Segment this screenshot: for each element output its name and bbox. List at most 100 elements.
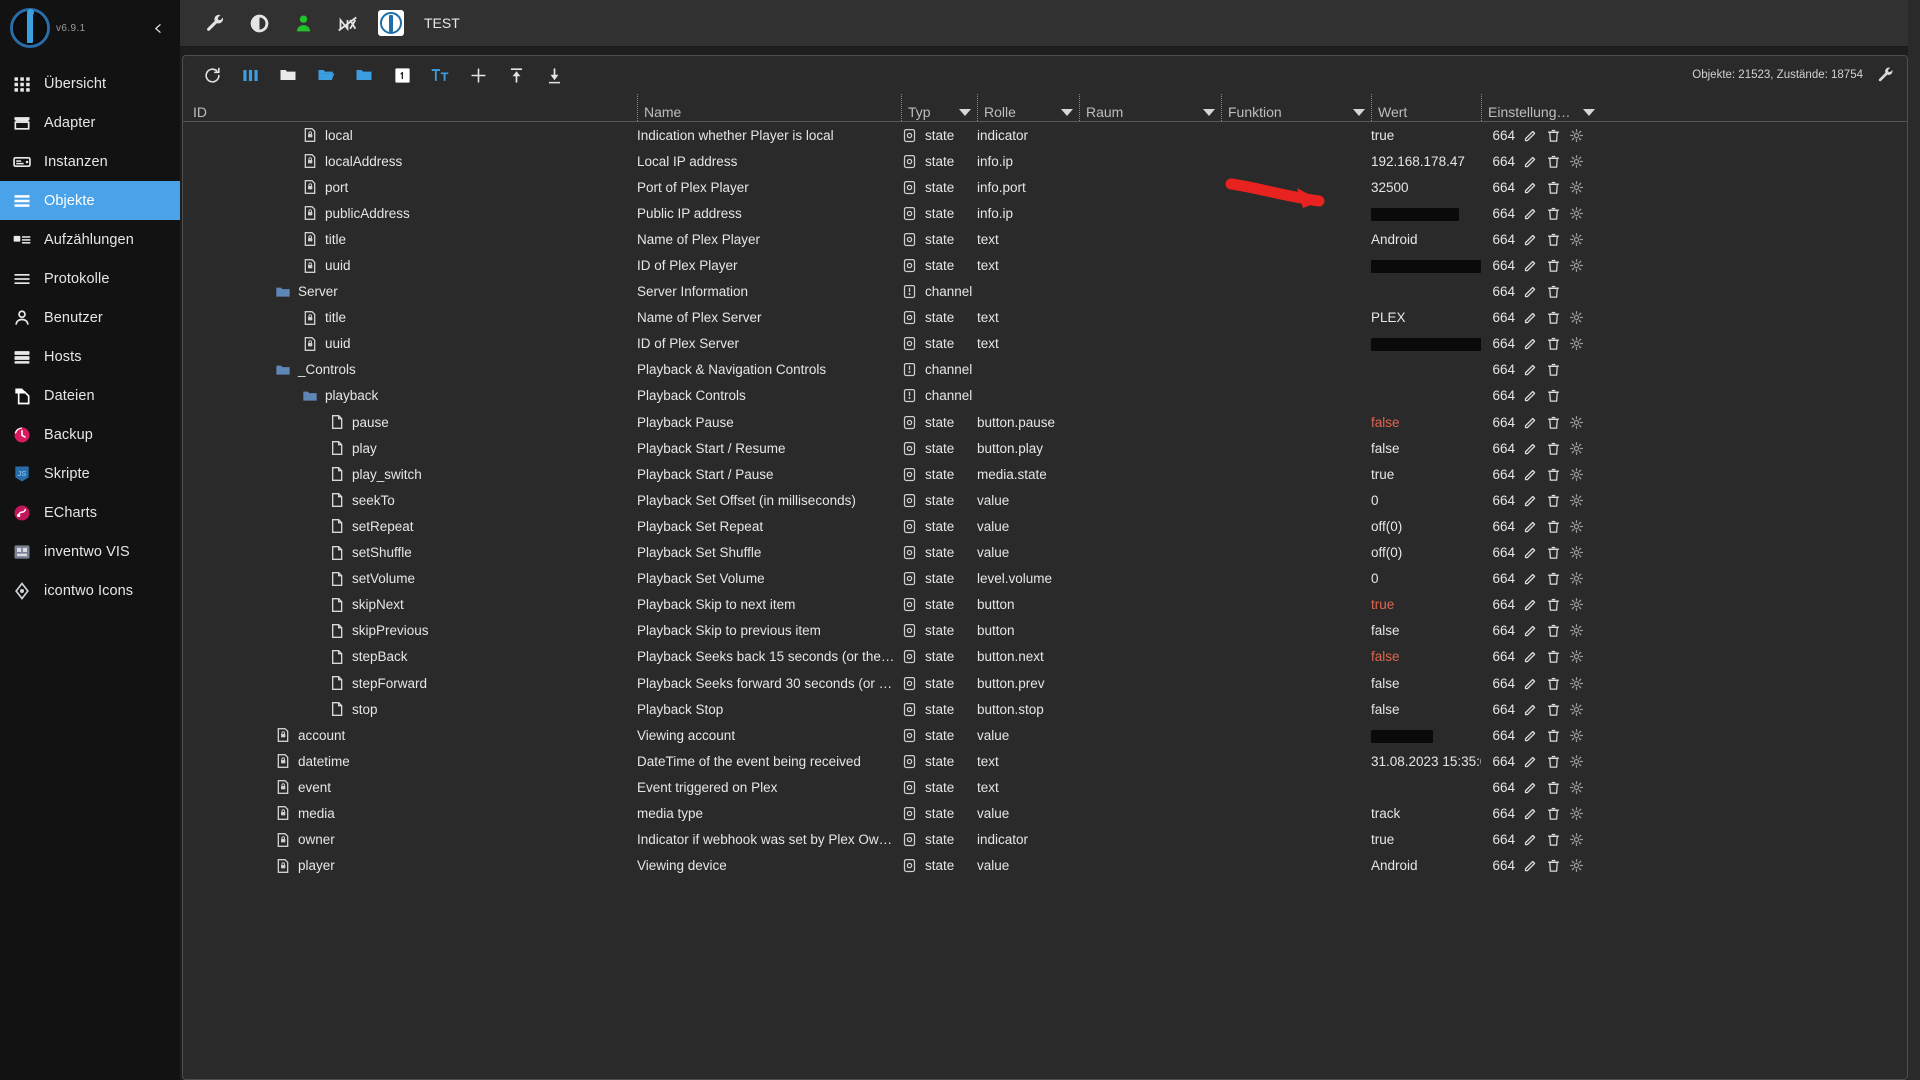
cell-wert[interactable]: PLEX	[1371, 310, 1481, 325]
edit-icon[interactable]	[1523, 597, 1538, 612]
table-row[interactable]: account Viewing account state value 664	[183, 722, 1907, 748]
cell-id[interactable]: setRepeat	[183, 518, 637, 535]
delete-icon[interactable]	[1546, 806, 1561, 821]
edit-icon[interactable]	[1523, 649, 1538, 664]
table-row[interactable]: publicAddress Public IP address state in…	[183, 200, 1907, 226]
edit-icon[interactable]	[1523, 702, 1538, 717]
edit-icon[interactable]	[1523, 441, 1538, 456]
table-row[interactable]: setRepeat Playback Set Repeat state valu…	[183, 513, 1907, 539]
gear-icon[interactable]	[1569, 519, 1584, 534]
delete-icon[interactable]	[1546, 284, 1561, 299]
table-row[interactable]: Server Server Information channel 664	[183, 279, 1907, 305]
delete-icon[interactable]	[1546, 128, 1561, 143]
cell-id[interactable]: play	[183, 440, 637, 457]
gear-icon[interactable]	[1569, 336, 1584, 351]
delete-icon[interactable]	[1546, 258, 1561, 273]
table-row[interactable]: playback Playback Controls channel 664	[183, 383, 1907, 409]
edit-icon[interactable]	[1523, 284, 1538, 299]
cell-id[interactable]: player	[183, 857, 637, 874]
sidebar-item-inventwo-vis[interactable]: inventwo VIS	[0, 532, 180, 571]
cell-wert[interactable]: false	[1371, 441, 1481, 456]
table-row[interactable]: stepBack Playback Seeks back 15 seconds …	[183, 644, 1907, 670]
edit-icon[interactable]	[1523, 258, 1538, 273]
folder-open-icon[interactable]	[309, 60, 343, 90]
cell-wert[interactable]: off(0)	[1371, 545, 1481, 560]
delete-icon[interactable]	[1546, 493, 1561, 508]
table-row[interactable]: play_switch Playback Start / Pause state…	[183, 461, 1907, 487]
edit-icon[interactable]	[1523, 232, 1538, 247]
cell-wert[interactable]: 192.168.178.47	[1371, 154, 1481, 169]
iobroker-badge-icon[interactable]	[378, 10, 404, 36]
cell-id[interactable]: uuid	[183, 257, 637, 274]
cell-wert[interactable]: off(0)	[1371, 519, 1481, 534]
delete-icon[interactable]	[1546, 310, 1561, 325]
cell-wert[interactable]: false	[1371, 623, 1481, 638]
cell-wert[interactable]: Android	[1371, 858, 1481, 873]
sidebar-item-dateien[interactable]: Dateien	[0, 376, 180, 415]
edit-icon[interactable]	[1523, 180, 1538, 195]
column-header-typ[interactable]: Typ	[901, 94, 977, 121]
gear-icon[interactable]	[1569, 702, 1584, 717]
table-row[interactable]: port Port of Plex Player state info.port…	[183, 174, 1907, 200]
cell-id[interactable]: media	[183, 805, 637, 822]
edit-icon[interactable]	[1523, 806, 1538, 821]
cell-wert[interactable]: false	[1371, 415, 1481, 430]
table-row[interactable]: datetime DateTime of the event being rec…	[183, 748, 1907, 774]
table-row[interactable]: title Name of Plex Player state text Andr…	[183, 226, 1907, 252]
edit-icon[interactable]	[1523, 676, 1538, 691]
folder-closed-icon[interactable]	[271, 60, 305, 90]
table-row[interactable]: play Playback Start / Resume state butto…	[183, 435, 1907, 461]
delete-icon[interactable]	[1546, 832, 1561, 847]
table-row[interactable]: localAddress Local IP address state info…	[183, 148, 1907, 174]
table-row[interactable]: setVolume Playback Set Volume state leve…	[183, 566, 1907, 592]
cell-wert[interactable]	[1371, 258, 1481, 273]
gear-icon[interactable]	[1569, 806, 1584, 821]
cell-wert[interactable]: 32500	[1371, 180, 1481, 195]
edit-icon[interactable]	[1523, 154, 1538, 169]
table-row[interactable]: _Controls Playback & Navigation Controls…	[183, 357, 1907, 383]
delete-icon[interactable]	[1546, 728, 1561, 743]
table-row[interactable]: stepForward Playback Seeks forward 30 se…	[183, 670, 1907, 696]
sidebar-item--bersicht[interactable]: Übersicht	[0, 64, 180, 103]
table-row[interactable]: skipPrevious Playback Skip to previous i…	[183, 618, 1907, 644]
delete-icon[interactable]	[1546, 336, 1561, 351]
cell-id[interactable]: setShuffle	[183, 544, 637, 561]
table-row[interactable]: uuid ID of Plex Player state text 664	[183, 252, 1907, 278]
delete-icon[interactable]	[1546, 623, 1561, 638]
expand-level-1-icon[interactable]	[385, 60, 419, 90]
gear-icon[interactable]	[1569, 128, 1584, 143]
cell-id[interactable]: skipPrevious	[183, 622, 637, 639]
cell-id[interactable]: pause	[183, 414, 637, 431]
table-settings-wrench-icon[interactable]	[1875, 64, 1897, 86]
sidebar-item-instanzen[interactable]: Instanzen	[0, 142, 180, 181]
delete-icon[interactable]	[1546, 388, 1561, 403]
cell-wert[interactable]: true	[1371, 128, 1481, 143]
delete-icon[interactable]	[1546, 154, 1561, 169]
edit-icon[interactable]	[1523, 493, 1538, 508]
cell-id[interactable]: playback	[183, 387, 637, 404]
cell-wert[interactable]: track	[1371, 806, 1481, 821]
sidebar-item-skripte[interactable]: JS Skripte	[0, 454, 180, 493]
delete-icon[interactable]	[1546, 232, 1561, 247]
column-filter-caret-icon[interactable]	[1583, 109, 1595, 116]
delete-icon[interactable]	[1546, 597, 1561, 612]
edit-icon[interactable]	[1523, 545, 1538, 560]
gear-icon[interactable]	[1569, 545, 1584, 560]
edit-icon[interactable]	[1523, 128, 1538, 143]
edit-icon[interactable]	[1523, 206, 1538, 221]
edit-icon[interactable]	[1523, 388, 1538, 403]
cell-wert[interactable]: false	[1371, 702, 1481, 717]
delete-icon[interactable]	[1546, 676, 1561, 691]
refresh-icon[interactable]	[195, 60, 229, 90]
cell-id[interactable]: event	[183, 779, 637, 796]
cell-id[interactable]: port	[183, 179, 637, 196]
column-header-funktion[interactable]: Funktion	[1221, 94, 1371, 121]
gear-icon[interactable]	[1569, 232, 1584, 247]
gear-icon[interactable]	[1569, 206, 1584, 221]
import-icon[interactable]	[499, 60, 533, 90]
cell-id[interactable]: Server	[183, 283, 637, 300]
edit-icon[interactable]	[1523, 623, 1538, 638]
gear-icon[interactable]	[1569, 571, 1584, 586]
edit-icon[interactable]	[1523, 858, 1538, 873]
delete-icon[interactable]	[1546, 545, 1561, 560]
